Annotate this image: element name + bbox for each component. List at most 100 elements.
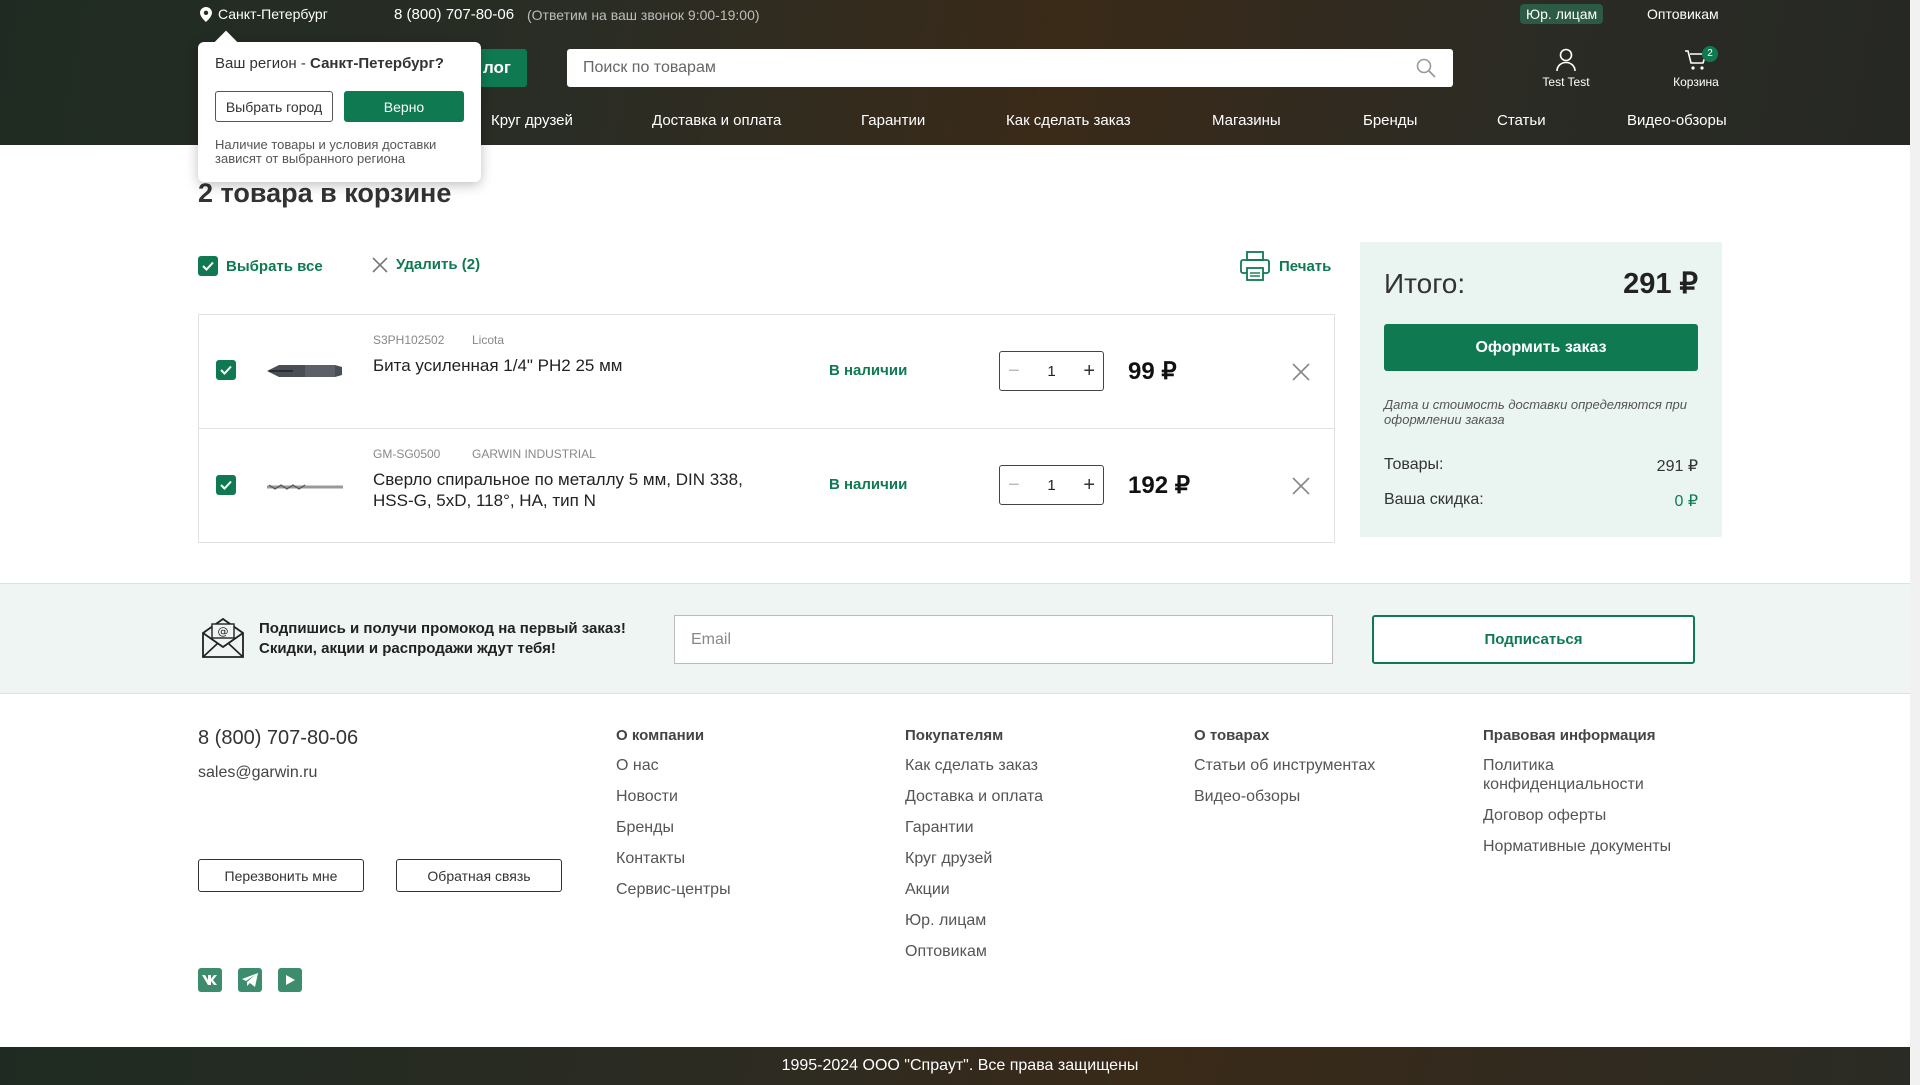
copyright-text: 1995-2024 ООО "Спраут". Все права защище… bbox=[781, 1057, 1139, 1074]
goods-label: Товары: bbox=[1384, 456, 1444, 473]
nav-how-to-order[interactable]: Как сделать заказ bbox=[1006, 112, 1131, 129]
region-note: Наличие товары и условия доставки завися… bbox=[215, 137, 437, 166]
item-name[interactable]: Сверло спиральное по металлу 5 мм, DIN 3… bbox=[373, 469, 743, 511]
region-question-prefix: Ваш регион - bbox=[215, 55, 311, 72]
footer-col-title: Правовая информация bbox=[1483, 727, 1656, 744]
vk-icon[interactable] bbox=[198, 968, 222, 992]
footer-email[interactable]: sales@garwin.ru bbox=[198, 764, 317, 782]
discount-row: Ваша скидка: 0 ₽ bbox=[1384, 491, 1698, 511]
top-bar: Санкт-Петербург 8 (800) 707-80-06 (Ответ… bbox=[0, 0, 1920, 30]
user-account[interactable]: Test Test bbox=[1530, 48, 1602, 89]
footer-link[interactable]: Контакты bbox=[616, 849, 731, 868]
item-checkbox[interactable] bbox=[216, 475, 236, 495]
item-checkbox[interactable] bbox=[216, 360, 236, 380]
subscribe-line-2: Скидки, акции и распродажи ждут тебя! bbox=[259, 640, 556, 657]
select-all[interactable]: Выбрать все bbox=[198, 256, 323, 276]
qty-value[interactable]: 1 bbox=[1047, 477, 1055, 494]
nav-shops[interactable]: Магазины bbox=[1212, 112, 1281, 129]
footer-col-title: Покупателям bbox=[905, 727, 1004, 744]
quantity-stepper: − 1 + bbox=[999, 465, 1104, 505]
qty-minus-button[interactable]: − bbox=[1008, 474, 1020, 497]
discount-label: Ваша скидка: bbox=[1384, 491, 1484, 508]
print-button[interactable]: Печать bbox=[1239, 250, 1331, 282]
telegram-icon[interactable] bbox=[238, 968, 262, 992]
search-bar bbox=[567, 49, 1453, 87]
delete-selected[interactable]: Удалить (2) bbox=[372, 256, 480, 273]
footer-link[interactable]: Гарантии bbox=[905, 818, 1043, 837]
nav-friends[interactable]: Круг друзей bbox=[491, 112, 573, 129]
footer-link[interactable]: Акции bbox=[905, 880, 1043, 899]
goods-row: Товары: 291 ₽ bbox=[1384, 456, 1698, 476]
footer-link[interactable]: Круг друзей bbox=[905, 849, 1043, 868]
copyright-bar: 1995-2024 ООО "Спраут". Все права защище… bbox=[0, 1047, 1920, 1085]
nav-videos[interactable]: Видео-обзоры bbox=[1627, 112, 1727, 129]
select-all-checkbox[interactable] bbox=[198, 256, 218, 276]
item-brand: GARWIN INDUSTRIAL bbox=[472, 447, 596, 461]
choose-city-button[interactable]: Выбрать город bbox=[215, 91, 333, 122]
city-selector[interactable]: Санкт-Петербург bbox=[200, 6, 328, 22]
qty-plus-button[interactable]: + bbox=[1083, 360, 1095, 383]
remove-item-icon[interactable] bbox=[1291, 476, 1311, 496]
envelope-icon: @ bbox=[202, 617, 244, 658]
user-icon bbox=[1556, 48, 1576, 72]
footer-link[interactable]: Видео-обзоры bbox=[1194, 787, 1375, 806]
check-icon bbox=[220, 365, 232, 375]
footer-link[interactable]: Юр. лицам bbox=[905, 911, 1043, 930]
product-image[interactable] bbox=[265, 472, 345, 502]
print-label: Печать bbox=[1279, 257, 1332, 275]
footer-link[interactable]: Бренды bbox=[616, 818, 731, 837]
qty-minus-button[interactable]: − bbox=[1008, 360, 1020, 383]
nav-brands[interactable]: Бренды bbox=[1363, 112, 1417, 129]
item-price: 192 ₽ bbox=[1128, 472, 1190, 499]
checkout-button[interactable]: Оформить заказ bbox=[1384, 324, 1698, 371]
footer-link[interactable]: Договор оферты bbox=[1483, 806, 1703, 825]
footer-link[interactable]: О нас bbox=[616, 756, 731, 775]
wholesale-link[interactable]: Оптовикам bbox=[1647, 6, 1719, 22]
feedback-button[interactable]: Обратная связь bbox=[396, 859, 562, 892]
email-field[interactable] bbox=[675, 616, 1332, 663]
search-input[interactable] bbox=[567, 49, 1407, 87]
footer-link[interactable]: Новости bbox=[616, 787, 731, 806]
qty-plus-button[interactable]: + bbox=[1083, 474, 1095, 497]
user-name: Test Test bbox=[1542, 75, 1590, 89]
item-name[interactable]: Бита усиленная 1/4" PH2 25 мм bbox=[373, 355, 743, 376]
confirm-region-button[interactable]: Верно bbox=[344, 91, 464, 122]
product-image[interactable] bbox=[265, 356, 345, 386]
footer-phone[interactable]: 8 (800) 707-80-06 bbox=[198, 727, 358, 750]
footer-link[interactable]: Как сделать заказ bbox=[905, 756, 1043, 775]
footer-link[interactable]: Статьи об инструментах bbox=[1194, 756, 1375, 775]
check-icon bbox=[202, 261, 214, 271]
nav-guarantee[interactable]: Гарантии bbox=[861, 112, 925, 129]
page-scrollbar[interactable] bbox=[1910, 0, 1920, 1085]
subscribe-line-1: Подпишись и получи промокод на первый за… bbox=[259, 620, 626, 637]
footer-link[interactable]: Политика конфиденциальности bbox=[1483, 756, 1703, 794]
search-icon[interactable] bbox=[1407, 49, 1445, 87]
callback-button[interactable]: Перезвонить мне bbox=[198, 859, 364, 892]
qty-value[interactable]: 1 bbox=[1047, 363, 1055, 380]
subscribe-button[interactable]: Подписаться bbox=[1372, 615, 1695, 664]
header-phone[interactable]: 8 (800) 707-80-06 bbox=[394, 6, 514, 23]
catalog-label: лог bbox=[482, 58, 511, 77]
footer-col-buyers: Покупателям Как сделать заказ Доставка и… bbox=[905, 727, 1043, 973]
goods-value: 291 ₽ bbox=[1656, 458, 1698, 475]
select-all-label: Выбрать все bbox=[226, 257, 323, 275]
nav-delivery[interactable]: Доставка и оплата bbox=[652, 112, 781, 129]
discount-value: 0 ₽ bbox=[1674, 493, 1698, 510]
footer-col-products: О товарах Статьи об инструментах Видео-о… bbox=[1194, 727, 1375, 818]
footer-link[interactable]: Нормативные документы bbox=[1483, 837, 1703, 856]
total-amount: 291 ₽ bbox=[1623, 268, 1698, 300]
delivery-note: Дата и стоимость доставки определяются п… bbox=[1384, 397, 1687, 427]
footer-link[interactable]: Доставка и оплата bbox=[905, 787, 1043, 806]
cart-link[interactable]: 2 Корзина bbox=[1660, 46, 1732, 89]
nav-articles[interactable]: Статьи bbox=[1497, 112, 1546, 129]
item-stock: В наличии bbox=[829, 362, 908, 379]
phone-hours: (Ответим на ваш звонок 9:00-19:00) bbox=[527, 7, 760, 23]
email-field-wrap bbox=[674, 615, 1333, 664]
item-brand: Licota bbox=[472, 333, 505, 347]
footer-link[interactable]: Оптовикам bbox=[905, 942, 1043, 961]
region-question: Ваш регион - Санкт-Петербург? bbox=[215, 55, 444, 72]
jur-link[interactable]: Юр. лицам bbox=[1520, 4, 1604, 24]
youtube-icon[interactable] bbox=[278, 968, 302, 992]
remove-item-icon[interactable] bbox=[1291, 362, 1311, 382]
footer-link[interactable]: Сервис-центры bbox=[616, 880, 731, 899]
